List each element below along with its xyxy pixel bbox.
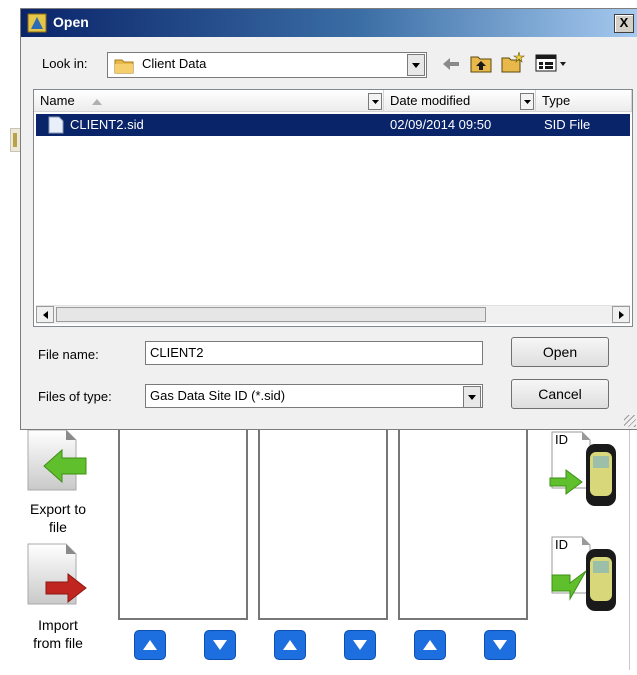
column-header-name[interactable]: Name xyxy=(34,90,384,112)
file-icon xyxy=(48,116,64,134)
files-of-type-dropdown-arrow[interactable] xyxy=(463,386,481,408)
device-id-import-button[interactable]: ID xyxy=(548,535,622,617)
column-name-dropdown[interactable] xyxy=(368,93,382,110)
device-id-export-button[interactable]: ID xyxy=(548,430,622,512)
up-folder-icon[interactable] xyxy=(470,53,492,73)
files-of-type-label: Files of type: xyxy=(38,389,112,404)
file-type-cell: SID File xyxy=(544,117,591,132)
device-id-label: ID xyxy=(555,537,568,552)
arrow-down-icon xyxy=(493,640,507,650)
chevron-left-icon xyxy=(42,310,48,319)
arrow-down-icon xyxy=(213,640,227,650)
close-button[interactable]: X xyxy=(614,14,634,33)
view-menu-icon[interactable] xyxy=(535,54,567,72)
panel2-up-button[interactable] xyxy=(274,630,306,660)
chevron-right-icon xyxy=(618,310,624,319)
dialog-title: Open xyxy=(53,14,89,30)
panel1-down-button[interactable] xyxy=(204,630,236,660)
look-in-value: Client Data xyxy=(142,56,207,71)
close-icon: X xyxy=(619,15,629,30)
scroll-left-button[interactable] xyxy=(36,306,54,323)
files-of-type-dropdown[interactable]: Gas Data Site ID (*.sid) xyxy=(145,384,483,408)
look-in-dropdown-arrow[interactable] xyxy=(407,54,425,76)
export-to-file-button[interactable]: Export to file xyxy=(18,428,98,538)
import-label-line2: from file xyxy=(33,635,83,651)
panel1-up-button[interactable] xyxy=(134,630,166,660)
arrow-down-icon xyxy=(353,640,367,650)
scroll-right-button[interactable] xyxy=(612,306,630,323)
background-window-marker xyxy=(13,133,17,147)
scroll-thumb[interactable] xyxy=(56,307,486,322)
file-name-cell: CLIENT2.sid xyxy=(70,117,144,132)
import-label-line1: Import xyxy=(38,617,78,633)
chevron-down-icon xyxy=(523,99,531,104)
chevron-down-icon xyxy=(371,99,379,104)
arrow-up-icon xyxy=(423,640,437,650)
document-import-icon xyxy=(27,543,87,605)
folder-icon xyxy=(114,59,134,74)
column-date-dropdown[interactable] xyxy=(520,93,534,110)
back-arrow-icon[interactable] xyxy=(441,56,461,72)
list-panel-2[interactable] xyxy=(258,424,388,620)
open-file-dialog: Open X Look in: Client Data Name Date mo… xyxy=(20,8,637,430)
look-in-label: Look in: xyxy=(42,56,88,71)
document-export-icon xyxy=(27,429,87,491)
file-list[interactable]: Name Date modified Type CLIENT2.sid 02/0… xyxy=(33,89,633,327)
file-date-cell: 02/09/2014 09:50 xyxy=(390,117,492,132)
import-from-file-button[interactable]: Import from file xyxy=(18,542,98,657)
arrow-up-icon xyxy=(283,640,297,650)
list-panel-1[interactable] xyxy=(118,424,248,620)
file-name-label: File name: xyxy=(38,347,99,362)
device-id-label: ID xyxy=(555,432,568,447)
open-button[interactable]: Open xyxy=(511,337,609,367)
cancel-button[interactable]: Cancel xyxy=(511,379,609,409)
app-logo-icon xyxy=(27,13,47,33)
export-label-line1: Export to xyxy=(29,501,87,517)
list-panel-3[interactable] xyxy=(398,424,528,620)
horizontal-scrollbar[interactable] xyxy=(36,305,630,324)
dialog-titlebar[interactable]: Open X xyxy=(21,9,637,37)
chevron-down-icon xyxy=(412,62,420,68)
resize-grip[interactable] xyxy=(624,415,636,427)
new-folder-icon[interactable] xyxy=(501,51,525,73)
file-row-selected[interactable]: CLIENT2.sid 02/09/2014 09:50 SID File xyxy=(36,114,630,136)
panel3-down-button[interactable] xyxy=(484,630,516,660)
column-header-date[interactable]: Date modified xyxy=(384,90,536,112)
column-header-type[interactable]: Type xyxy=(536,90,632,112)
panel2-down-button[interactable] xyxy=(344,630,376,660)
panel3-up-button[interactable] xyxy=(414,630,446,660)
sort-ascending-icon xyxy=(92,99,103,105)
file-name-field[interactable]: CLIENT2 xyxy=(145,341,483,365)
arrow-up-icon xyxy=(143,640,157,650)
chevron-down-icon xyxy=(468,394,476,400)
export-label-line2: file xyxy=(49,519,67,535)
